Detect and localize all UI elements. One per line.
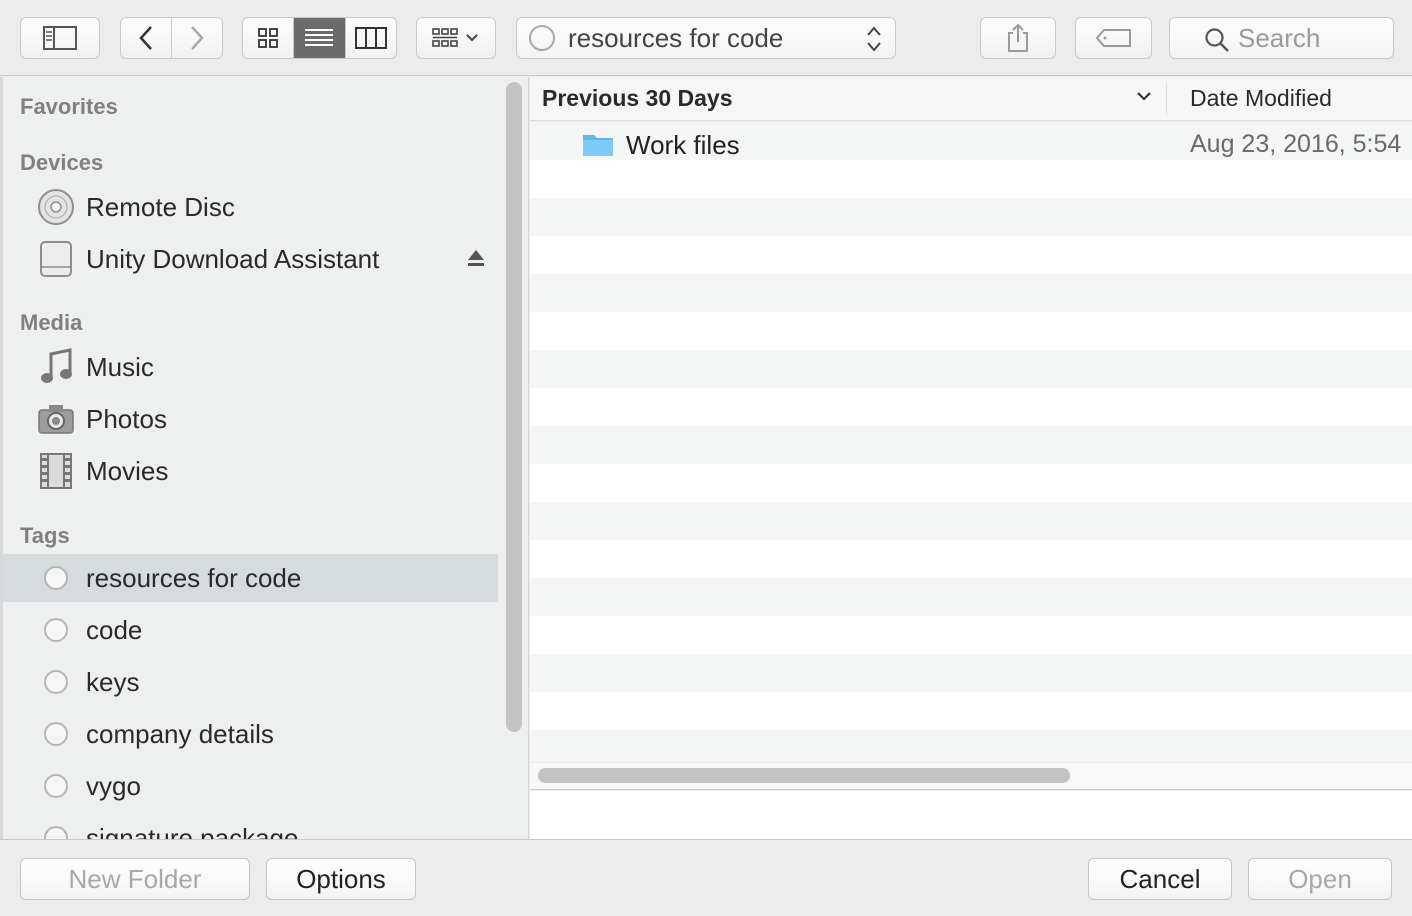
- cancel-button[interactable]: Cancel: [1088, 858, 1232, 900]
- tag-icon: [1095, 29, 1131, 47]
- tag-circle-icon: [36, 766, 76, 806]
- chevron-down-icon[interactable]: [1136, 90, 1152, 102]
- list-icon: [305, 29, 334, 46]
- search-input[interactable]: [1238, 22, 1408, 54]
- section-media: Media: [20, 310, 83, 335]
- sidebar-item-label: Unity Download Assistant: [86, 243, 380, 274]
- sidebar-tag-code[interactable]: code: [0, 606, 498, 654]
- chevron-right-icon: [191, 26, 204, 50]
- sidebar-tag-vygo[interactable]: vygo: [0, 762, 498, 810]
- new-folder-button[interactable]: New Folder: [20, 858, 250, 900]
- list-header: Previous 30 Days Date Modified: [530, 77, 1412, 121]
- open-button[interactable]: Open: [1248, 858, 1392, 900]
- sidebar: Favorites Devices Remote Disc Unity Down…: [0, 77, 529, 839]
- film-icon: [36, 451, 76, 491]
- options-button[interactable]: Options: [266, 858, 416, 900]
- sidebar-item-label: resources for code: [86, 562, 302, 593]
- sidebar-item-photos[interactable]: Photos: [0, 395, 498, 443]
- back-forward-group: [120, 17, 223, 59]
- group-header[interactable]: Previous 30 Days: [542, 85, 733, 112]
- grid-icon: [258, 28, 279, 48]
- sidebar-scrollbar[interactable]: [506, 82, 522, 732]
- share-icon: [1008, 23, 1028, 52]
- file-date: Aug 23, 2016, 5:54: [1190, 130, 1402, 158]
- sidebar-item-label: company details: [86, 718, 274, 749]
- sidebar-tag-company-details[interactable]: company details: [0, 710, 498, 758]
- location-label: resources for code: [568, 22, 784, 53]
- back-button[interactable]: [121, 18, 172, 58]
- list-view-button[interactable]: [294, 18, 346, 58]
- tag-circle-icon: [36, 558, 76, 598]
- sidebar-item-movies[interactable]: Movies: [0, 447, 498, 495]
- folder-icon: [583, 135, 613, 156]
- forward-button[interactable]: [172, 18, 222, 58]
- sidebar-item-label: code: [86, 614, 143, 645]
- section-tags: Tags: [20, 523, 70, 548]
- bottom-bar: New Folder Options Cancel Open: [0, 839, 1412, 916]
- sidebar-tag-keys[interactable]: keys: [0, 658, 498, 706]
- date-modified-header[interactable]: Date Modified: [1190, 85, 1332, 112]
- columns-icon: [354, 27, 387, 49]
- column-view-button[interactable]: [346, 18, 396, 58]
- arrange-button[interactable]: [416, 17, 496, 59]
- chevron-left-icon: [139, 26, 152, 50]
- sidebar-item-label: Movies: [86, 455, 169, 486]
- sidebar-tag-resources-for-code[interactable]: resources for code: [0, 554, 498, 602]
- horizontal-scrollbar[interactable]: [538, 768, 1070, 783]
- up-down-chevron-icon: [867, 26, 881, 52]
- sidebar-item-label: keys: [86, 666, 140, 697]
- sidebar-item-remote-disc[interactable]: Remote Disc: [0, 183, 498, 231]
- drive-icon: [36, 239, 76, 279]
- tag-circle-icon: [36, 610, 76, 650]
- tag-circle-icon: [36, 662, 76, 702]
- camera-icon: [36, 399, 76, 439]
- music-note-icon: [36, 347, 76, 387]
- section-favorites: Favorites: [20, 94, 118, 119]
- search-field[interactable]: [1169, 17, 1408, 59]
- sidebar-icon: [43, 26, 77, 50]
- horizontal-scroll-track: [530, 762, 1412, 790]
- table-row[interactable]: Work files Aug 23, 2016, 5:54: [530, 125, 1412, 165]
- sidebar-item-unity-download-assistant[interactable]: Unity Download Assistant: [0, 235, 498, 283]
- sidebar-item-music[interactable]: Music: [0, 343, 498, 391]
- location-popup[interactable]: resources for code: [516, 17, 896, 59]
- share-button[interactable]: [980, 17, 1056, 59]
- toolbar: resources for code: [0, 0, 1412, 76]
- sidebar-item-label: signature package: [86, 822, 299, 840]
- tag-button[interactable]: [1075, 17, 1152, 59]
- section-devices: Devices: [20, 150, 104, 175]
- sidebar-item-label: Photos: [86, 403, 167, 434]
- tag-circle-icon: [36, 714, 76, 754]
- sidebar-item-label: vygo: [86, 770, 141, 801]
- column-divider[interactable]: [1166, 83, 1167, 115]
- search-icon: [1205, 28, 1229, 52]
- sidebar-edge: [0, 77, 3, 839]
- sidebar-item-label: Music: [86, 351, 154, 382]
- view-mode-group: [242, 17, 397, 59]
- tag-circle-icon: [36, 818, 76, 839]
- eject-icon[interactable]: [466, 247, 486, 269]
- list-footer: [530, 791, 1412, 839]
- file-list: [530, 122, 1412, 762]
- arrange-grid-icon: [432, 28, 478, 47]
- file-name: Work files: [626, 130, 740, 160]
- sidebar-toggle-button[interactable]: [20, 17, 100, 59]
- sidebar-item-label: Remote Disc: [86, 191, 235, 222]
- icon-view-button[interactable]: [243, 18, 295, 58]
- sidebar-tag-signature-package[interactable]: signature package: [0, 814, 498, 839]
- disc-icon: [36, 187, 76, 227]
- tag-circle-icon: [529, 25, 555, 51]
